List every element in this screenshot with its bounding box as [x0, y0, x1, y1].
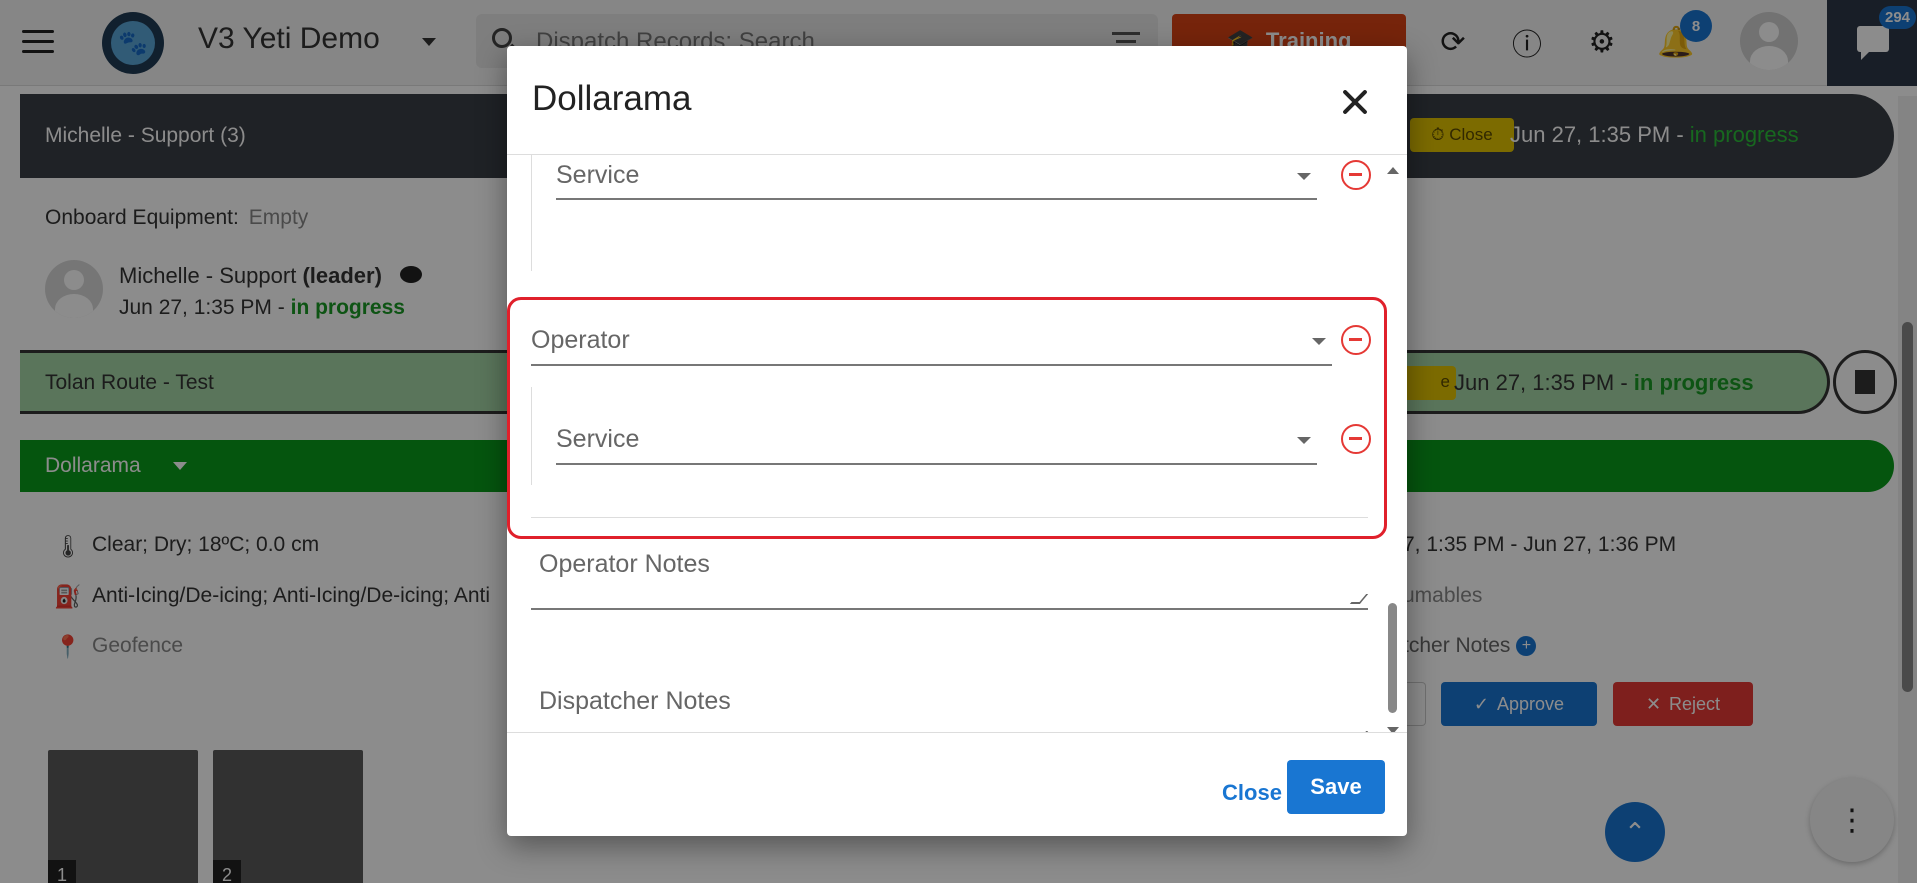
dispatcher-notes-textarea[interactable]: Dispatcher Notes — [531, 687, 1369, 732]
remove-service-icon[interactable] — [1341, 160, 1371, 190]
service-select-top[interactable]: Service — [556, 155, 1317, 200]
divider — [507, 732, 1407, 733]
save-button[interactable]: Save — [1287, 760, 1385, 814]
modal-scrollbar-thumb[interactable] — [1388, 603, 1397, 713]
modal-scroll-area[interactable]: Service Operator Service Operator Notes … — [507, 155, 1407, 732]
resize-handle-icon[interactable] — [1349, 594, 1369, 604]
divider — [531, 517, 1368, 518]
remove-service-icon[interactable] — [1341, 424, 1371, 454]
divider — [531, 387, 532, 485]
close-button[interactable]: Close — [1207, 768, 1297, 818]
operator-notes-textarea[interactable]: Operator Notes — [531, 550, 1369, 610]
close-icon[interactable] — [1337, 84, 1373, 120]
modal-title: Dollarama — [532, 79, 692, 118]
divider — [531, 155, 532, 271]
chevron-down-icon — [1297, 437, 1311, 444]
modal-scrollbar[interactable] — [1385, 163, 1401, 732]
chevron-down-icon — [1312, 338, 1326, 345]
operator-select[interactable]: Operator — [531, 314, 1332, 366]
chevron-down-icon — [1297, 173, 1311, 180]
remove-operator-icon[interactable] — [1341, 325, 1371, 355]
dollarama-modal: Dollarama Service Operator Service Opera… — [507, 46, 1407, 836]
service-select-nested[interactable]: Service — [556, 413, 1317, 465]
scroll-up-icon[interactable] — [1387, 167, 1399, 174]
